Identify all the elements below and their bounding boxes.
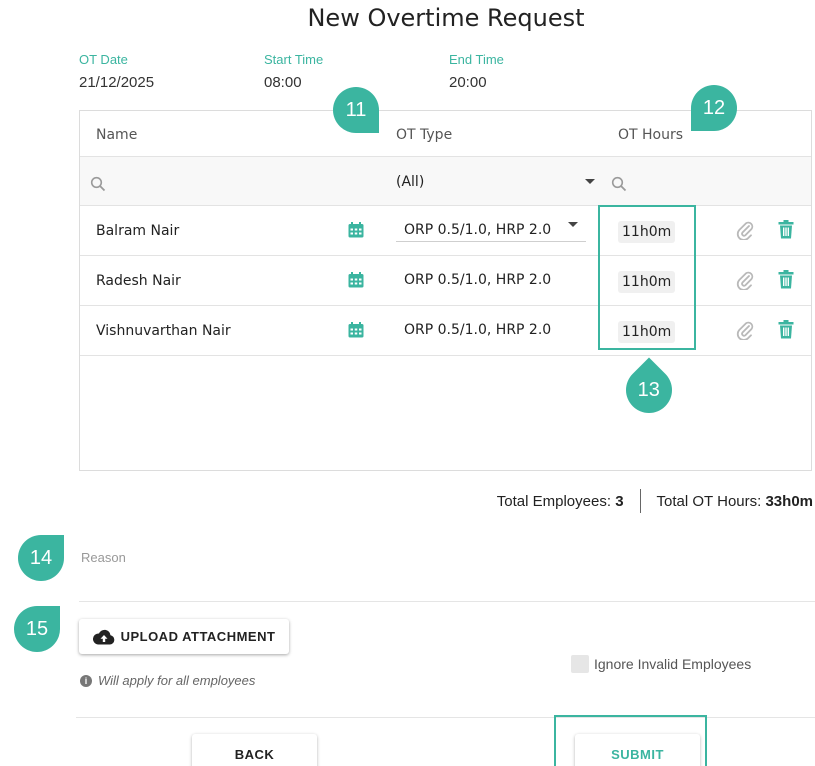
start-time-value: 08:00	[264, 74, 302, 91]
column-header-ot-type[interactable]: OT Type	[396, 127, 452, 143]
calendar-icon[interactable]	[347, 221, 365, 239]
callout-marker-14: 14	[18, 535, 64, 581]
total-employees-value: 3	[615, 492, 624, 510]
filter-row	[80, 156, 811, 205]
total-ot-hours-value: 33h0m	[765, 492, 813, 510]
reason-input[interactable]: Reason	[81, 550, 126, 565]
end-time-value: 20:00	[449, 74, 487, 91]
ot-hours-highlight	[598, 205, 696, 350]
callout-marker-12: 12	[691, 85, 737, 131]
info-icon: i	[80, 674, 92, 687]
submit-button[interactable]: SUBMIT	[575, 734, 700, 766]
ignore-invalid-employees-label: Ignore Invalid Employees	[594, 656, 752, 672]
totals-summary: Total Employees: 3 Total OT Hours: 33h0m	[497, 489, 813, 513]
calendar-icon[interactable]	[347, 321, 365, 339]
total-employees-label: Total Employees:	[496, 492, 612, 510]
paperclip-icon[interactable]	[736, 220, 754, 240]
ignore-invalid-employees-checkbox[interactable]: Ignore Invalid Employees	[571, 655, 751, 673]
employee-grid: Name OT Type OT Hours (All) Balram Nair …	[79, 110, 812, 471]
search-icon[interactable]	[90, 176, 106, 192]
ot-type-select[interactable]: ORP 0.5/1.0, HRP 2.0	[404, 222, 551, 238]
total-ot-hours-label: Total OT Hours:	[656, 492, 762, 510]
upload-attachment-button[interactable]: UPLOAD ATTACHMENT	[79, 619, 289, 654]
ot-type-value[interactable]: ORP 0.5/1.0, HRP 2.0	[404, 322, 551, 338]
page-title: New Overtime Request	[307, 4, 585, 32]
trash-icon[interactable]	[778, 220, 794, 239]
trash-icon[interactable]	[778, 270, 794, 289]
paperclip-icon[interactable]	[736, 320, 754, 340]
end-time-label: End Time	[449, 52, 504, 67]
chevron-down-icon[interactable]	[585, 179, 595, 184]
upload-hint: i Will apply for all employees	[80, 673, 255, 688]
start-time-label: Start Time	[264, 52, 324, 67]
back-button[interactable]: BACK	[192, 734, 317, 766]
employee-name: Radesh Nair	[96, 273, 181, 289]
ot-type-filter-value[interactable]: (All)	[396, 174, 424, 190]
cloud-upload-icon	[92, 629, 114, 644]
employee-name: Balram Nair	[96, 223, 180, 239]
trash-icon[interactable]	[778, 320, 794, 339]
ot-type-value[interactable]: ORP 0.5/1.0, HRP 2.0	[404, 272, 551, 288]
calendar-icon[interactable]	[347, 271, 365, 289]
chevron-down-icon[interactable]	[568, 222, 578, 227]
callout-marker-15: 15	[14, 606, 60, 652]
column-header-ot-hours[interactable]: OT Hours	[618, 127, 683, 143]
upload-attachment-label: UPLOAD ATTACHMENT	[120, 629, 276, 644]
ot-date-value: 21/12/2025	[79, 74, 155, 91]
search-icon[interactable]	[611, 176, 627, 192]
callout-marker-11: 11	[333, 87, 379, 133]
employee-name: Vishnuvarthan Nair	[96, 323, 231, 339]
ot-date-label: OT Date	[79, 52, 128, 67]
checkbox-box[interactable]	[571, 655, 589, 673]
column-header-name[interactable]: Name	[96, 127, 137, 143]
paperclip-icon[interactable]	[736, 270, 754, 290]
